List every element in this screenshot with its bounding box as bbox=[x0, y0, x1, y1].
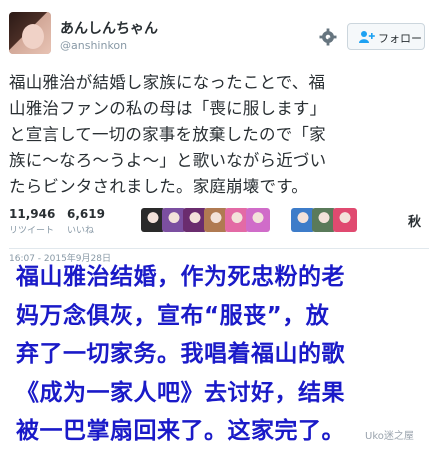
translation-line: 福山雅治结婚，作为死忠粉的老 bbox=[16, 264, 345, 290]
follow-label: フォロー bbox=[378, 32, 422, 45]
tweet-line: 族に～なろ～うよ～」と歌いながら近づい bbox=[9, 151, 327, 170]
liker-avatar[interactable] bbox=[333, 208, 357, 232]
tweet-stats: 11,946 リツイート 6,619 いいね 秋 bbox=[0, 207, 437, 243]
like-count[interactable]: 6,619 いいね bbox=[67, 207, 105, 236]
tweet-text: 福山雅治が結婚し家族になったことで、福 山雅治ファンの私の母は「喪に服します」 … bbox=[9, 70, 429, 200]
follow-button[interactable]: フォロー bbox=[347, 23, 425, 50]
tweet-header: あんしんちゃん @anshinkon フォロー bbox=[0, 0, 437, 66]
translation-line: 《成为一家人吧》去讨好，结果 bbox=[16, 379, 345, 406]
avatar[interactable] bbox=[9, 12, 51, 54]
liker-avatar[interactable] bbox=[246, 208, 270, 232]
add-user-icon bbox=[359, 31, 375, 43]
divider bbox=[9, 248, 429, 249]
watermark: Uko迷之屋 bbox=[365, 431, 414, 442]
display-name[interactable]: あんしんちゃん bbox=[60, 18, 158, 38]
tweet-line: たらビンタされました。家庭崩壊です。 bbox=[9, 177, 308, 196]
translation-line: 弃了一切家务。我唱着福山的歌 bbox=[16, 341, 345, 367]
retweet-count[interactable]: 11,946 リツイート bbox=[9, 207, 55, 236]
tweet-line: 福山雅治が結婚し家族になったことで、福 bbox=[9, 73, 326, 92]
tweet-line: と宣言して一切の家事を放棄したので「家 bbox=[9, 125, 326, 144]
chinese-translation: 福山雅治结婚，作为死忠粉的老 妈万念俱灰，宣布“服丧”，放 弃了一切家务。我唱着… bbox=[16, 258, 431, 451]
gear-icon[interactable] bbox=[318, 27, 338, 47]
tweet-line: 山雅治ファンの私の母は「喪に服します」 bbox=[9, 99, 327, 118]
translation-line: 妈万念俱灰，宣布“服丧”，放 bbox=[16, 302, 330, 329]
user-handle[interactable]: @anshinkon bbox=[60, 39, 127, 52]
liker-avatar-text[interactable]: 秋 bbox=[408, 211, 421, 230]
